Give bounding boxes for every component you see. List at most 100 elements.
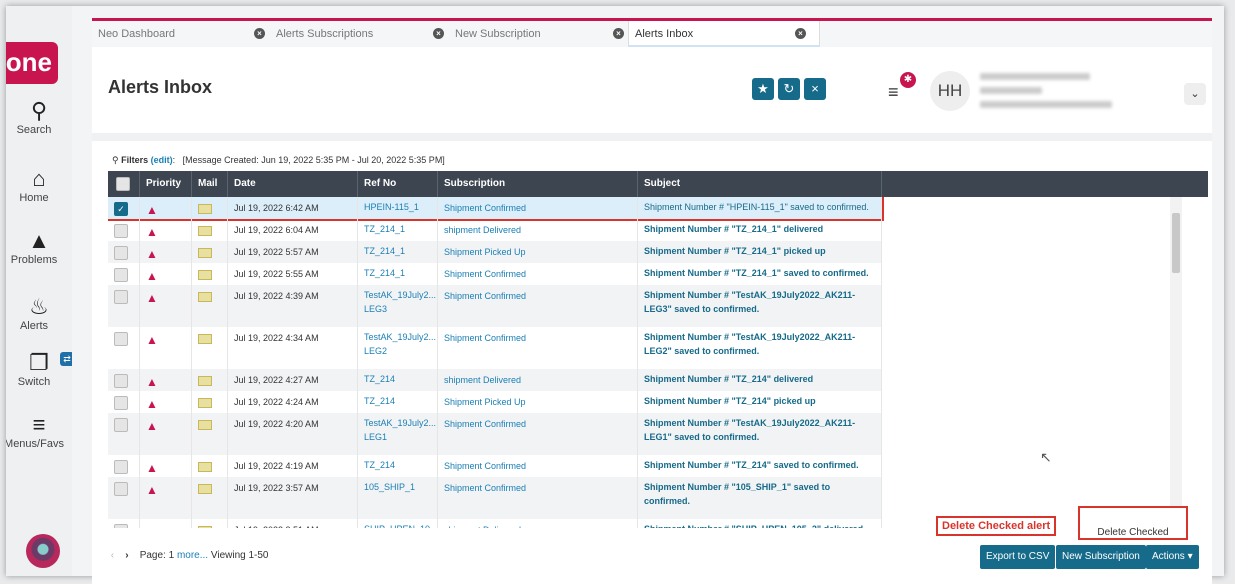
ref-link[interactable]: TZ_214_1 [364,222,437,236]
ref-link-continued[interactable]: LEG3 [364,302,437,316]
table-row[interactable]: ▲ Jul 19, 2022 6:04 AM TZ_214_1 shipment De… [108,219,882,241]
sidebar-item-menus[interactable]: ≡ Menus/Favs [6,412,72,450]
table-row[interactable]: ▲ Jul 19, 2022 4:19 AM TZ_214 Shipment Conf… [108,455,882,477]
envelope-icon[interactable] [198,248,212,258]
envelope-icon[interactable] [198,204,212,214]
ref-link[interactable]: 105_SHIP_1 [364,480,437,494]
close-icon[interactable]: × [254,28,265,39]
column-header-subject[interactable]: Subject [638,171,882,197]
subject-link[interactable]: Shipment Number # "105_SHIP_1" saved to [644,480,881,494]
subscription-link[interactable]: Shipment Confirmed [438,477,638,519]
subscription-link[interactable]: shipment Delivered [438,519,638,528]
ref-link[interactable]: TZ_214 [364,458,437,472]
subject-link[interactable]: Shipment Number # "TestAK_19July2022_AK2… [644,288,881,302]
user-avatar-icon[interactable] [26,534,60,568]
subscription-link[interactable]: Shipment Picked Up [438,241,638,263]
tab-alerts-subscriptions[interactable]: Alerts Subscriptions [270,21,440,47]
subject-link[interactable]: Shipment Number # "SHIP_HPEN_105_2" deli… [644,522,881,528]
tab-neo-dashboard[interactable]: Neo Dashboard [92,21,262,47]
subject-link[interactable]: Shipment Number # "TZ_214" saved to conf… [644,458,881,472]
ref-link-continued[interactable]: LEG2 [364,344,437,358]
subject-link-continued[interactable]: confirmed. [644,494,881,508]
subject-link[interactable]: Shipment Number # "TestAK_19July2022_AK2… [644,416,881,430]
sidebar-item-problems[interactable]: ▲ Problems [6,228,72,266]
row-checkbox[interactable] [114,460,128,474]
subject-link[interactable]: Shipment Number # "TestAK_19July2022_AK2… [644,330,881,344]
scrollbar-thumb[interactable] [1172,213,1180,273]
subscription-link[interactable]: Shipment Confirmed [438,413,638,455]
envelope-icon[interactable] [198,462,212,472]
ref-link[interactable]: TZ_214_1 [364,244,437,258]
subscription-link[interactable]: Shipment Picked Up [438,391,638,413]
ref-link-continued[interactable]: LEG1 [364,430,437,444]
row-checkbox[interactable] [114,246,128,260]
subscription-link[interactable]: shipment Delivered [438,369,638,391]
subscription-link[interactable]: Shipment Confirmed [438,327,638,369]
subject-link-continued[interactable]: LEG2" saved to confirmed. [644,344,881,358]
favorite-star-button[interactable]: ★ [752,78,774,100]
table-row[interactable]: ▲ Jul 19, 2022 3:57 AM 105_SHIP_1 Shipment … [108,477,882,519]
close-page-button[interactable]: × [804,78,826,100]
subject-link[interactable]: Shipment Number # "TZ_214_1" delivered [644,222,881,236]
table-scrollbar[interactable] [1170,197,1182,528]
column-header-mail[interactable]: Mail [192,171,228,197]
sidebar-item-home[interactable]: ⌂ Home [6,166,72,204]
row-checkbox[interactable] [114,268,128,282]
subscription-link[interactable]: Shipment Confirmed [438,455,638,477]
subscription-link[interactable]: Shipment Confirmed [438,197,638,219]
column-header-subscription[interactable]: Subscription [438,171,638,197]
column-header-date[interactable]: Date [228,171,358,197]
column-header-priority[interactable]: Priority [140,171,192,197]
envelope-icon[interactable] [198,270,212,280]
prev-page-button[interactable]: ‹ [108,550,122,561]
subject-link[interactable]: Shipment Number # "TZ_214" delivered [644,372,881,386]
table-row[interactable]: ▲ Jul 19, 2022 4:34 AM TestAK_19July2... LE… [108,327,882,369]
row-checkbox[interactable] [114,524,128,528]
actions-menu-delete-checked[interactable]: Delete Checked [1078,506,1188,540]
table-row[interactable]: ▲ Jul 19, 2022 4:24 AM TZ_214 Shipment Pick… [108,391,882,413]
ref-link[interactable]: SHIP_HPEN_10... [364,522,438,528]
sidebar-item-alerts[interactable]: ♨ Alerts [6,294,72,332]
notifications-menu-icon[interactable]: ≡ [888,82,899,103]
table-row[interactable]: ▲ Jul 19, 2022 5:55 AM TZ_214_1 Shipment Co… [108,263,882,285]
row-checkbox[interactable] [114,396,128,410]
ref-link[interactable]: TestAK_19July2... [364,330,437,344]
tab-new-subscription[interactable]: New Subscription [449,21,619,47]
ref-link[interactable]: HPEIN-115_1 [364,200,437,214]
envelope-icon[interactable] [198,484,212,494]
subscription-link[interactable]: Shipment Confirmed [438,285,638,327]
subscription-link[interactable]: Shipment Confirmed [438,263,638,285]
table-row[interactable]: ▲ Jul 19, 2022 4:20 AM TestAK_19July2... LE… [108,413,882,455]
more-pages-link[interactable]: more... [177,550,208,561]
envelope-icon[interactable] [198,420,212,430]
subject-link[interactable]: Shipment Number # "HPEIN-115_1" saved to… [644,200,881,214]
row-checkbox[interactable] [114,418,128,432]
table-row[interactable]: ▲ Jul 19, 2022 5:57 AM TZ_214_1 Shipment Pi… [108,241,882,263]
envelope-icon[interactable] [198,398,212,408]
swap-icon[interactable]: ⇄ [60,352,72,366]
user-menu-chevron-down-icon[interactable]: ⌄ [1184,83,1206,105]
ref-link[interactable]: TZ_214_1 [364,266,437,280]
row-checkbox[interactable] [114,374,128,388]
envelope-icon[interactable] [198,334,212,344]
tab-alerts-inbox[interactable]: Alerts Inbox [628,21,820,47]
row-checkbox[interactable] [114,290,128,304]
subject-link[interactable]: Shipment Number # "TZ_214_1" picked up [644,244,881,258]
ref-link[interactable]: TestAK_19July2... [364,416,437,430]
row-checkbox[interactable] [114,482,128,496]
table-row[interactable]: ▲ Jul 19, 2022 4:27 AM TZ_214 shipment Deli… [108,369,882,391]
envelope-icon[interactable] [198,526,212,528]
ref-link[interactable]: TZ_214 [364,394,437,408]
row-checkbox[interactable] [114,332,128,346]
subject-link-continued[interactable]: LEG1" saved to confirmed. [644,430,881,444]
envelope-icon[interactable] [198,226,212,236]
envelope-icon[interactable] [198,376,212,386]
new-subscription-button[interactable]: New Subscription [1056,545,1146,569]
next-page-button[interactable]: › [125,550,137,561]
subject-link[interactable]: Shipment Number # "TZ_214" picked up [644,394,881,408]
refresh-button[interactable]: ↻ [778,78,800,100]
actions-dropdown-button[interactable]: Actions ▾ [1146,545,1199,569]
subject-link[interactable]: Shipment Number # "TZ_214_1" saved to co… [644,266,881,280]
close-icon[interactable]: × [795,28,806,39]
table-row[interactable]: ▲ Jul 19, 2022 3:51 AM SHIP_HPEN_10...ship… [108,519,882,528]
